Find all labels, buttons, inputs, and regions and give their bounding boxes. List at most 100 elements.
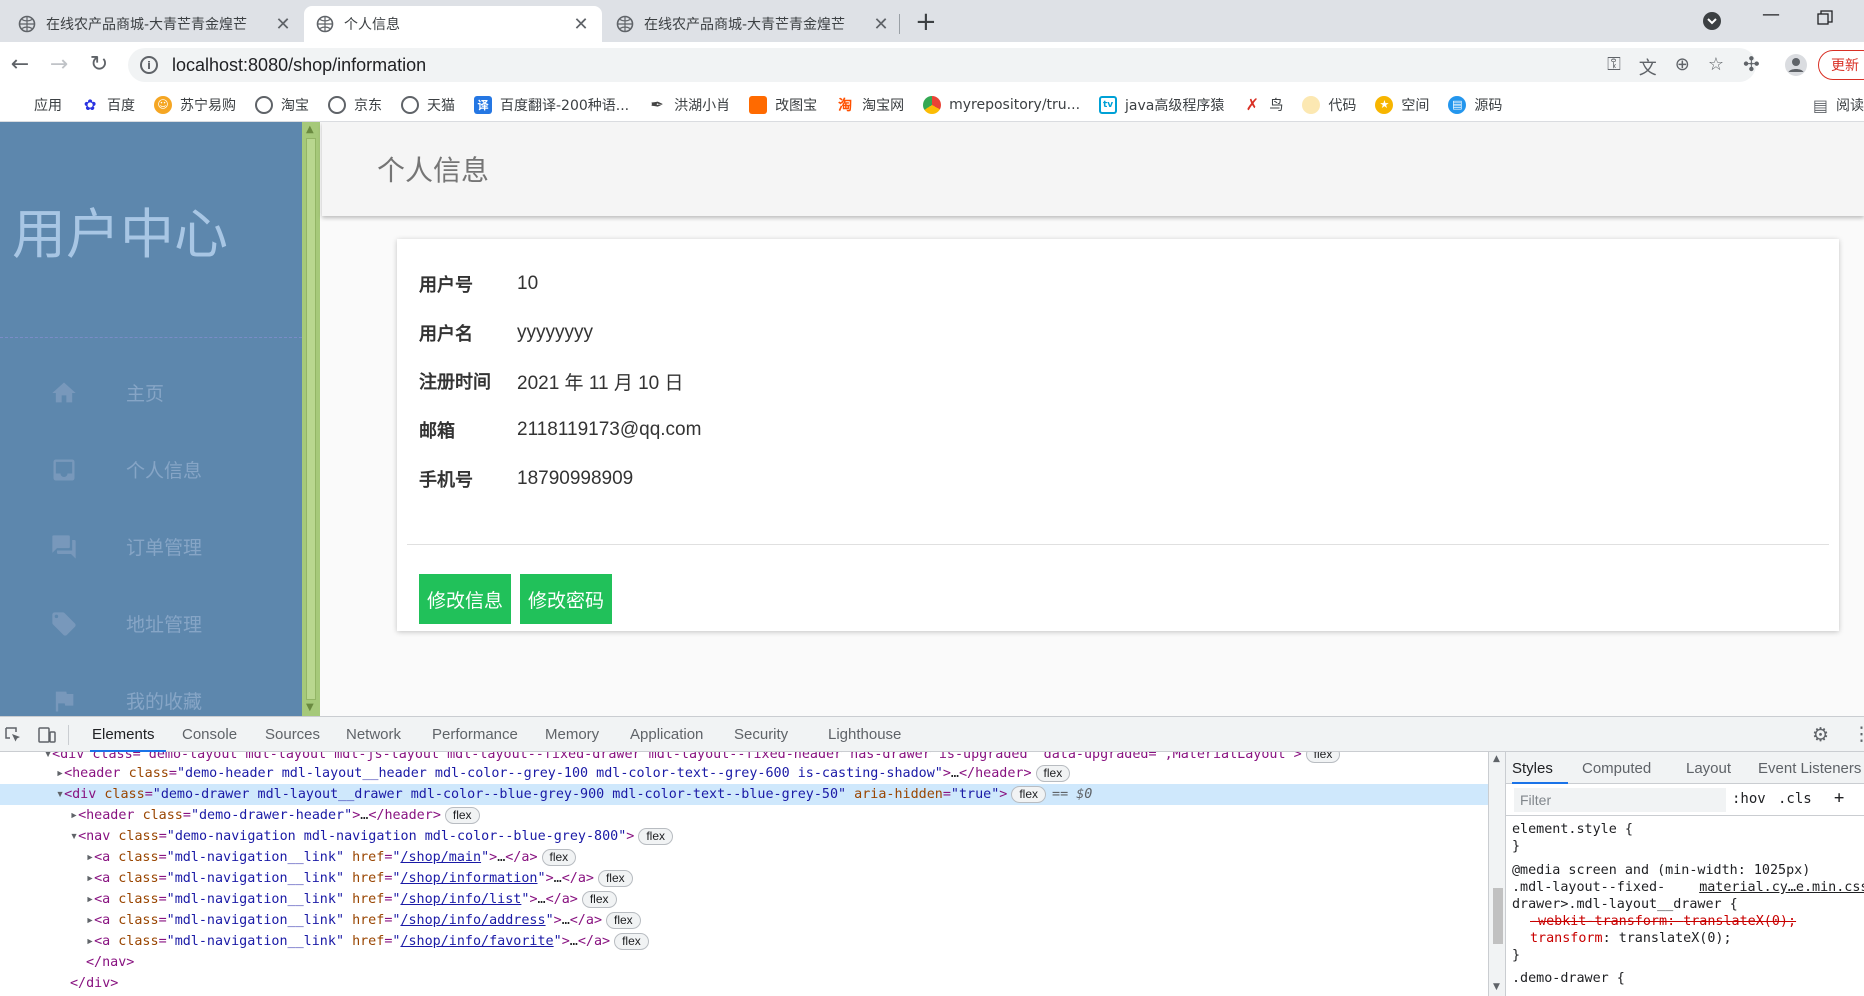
site-info-icon[interactable]: i: [140, 56, 158, 74]
key-icon[interactable]: ⚿: [1607, 54, 1621, 80]
browser-tab-3[interactable]: 在线农产品商城-大青芒青金煌芒 ✕: [604, 6, 902, 42]
flex-badge[interactable]: flex: [581, 891, 617, 908]
collapsed-triangle-icon[interactable]: ▸: [86, 871, 94, 886]
reload-icon[interactable]: ↻: [85, 51, 113, 79]
devtools-tab-lighthouse[interactable]: Lighthouse: [828, 726, 901, 743]
tab-search-icon[interactable]: [1702, 11, 1722, 31]
bookmark-java[interactable]: tv java高级程序猿: [1099, 95, 1224, 115]
devtools-tab-network[interactable]: Network: [346, 726, 401, 743]
css-declaration-overridden[interactable]: -webkit-transform: translateX(0);: [1512, 913, 1864, 930]
devtools-tab-performance[interactable]: Performance: [432, 726, 518, 743]
css-declaration[interactable]: transform: translateX(0);: [1512, 930, 1864, 947]
zoom-icon[interactable]: ⊕: [1675, 54, 1690, 80]
scroll-up-arrow-icon[interactable]: ▲: [1493, 754, 1500, 764]
collapsed-triangle-icon[interactable]: ▸: [86, 913, 94, 928]
dom-node-link-list[interactable]: ▸<a class="mdl-navigation__link" href="/…: [86, 889, 617, 910]
bookmark-baidu[interactable]: ✿ 百度: [81, 95, 135, 115]
cls-toggle[interactable]: .cls: [1778, 791, 1812, 807]
translate-icon[interactable]: 文: [1639, 54, 1657, 80]
href-link[interactable]: /shop/info/address: [400, 913, 545, 928]
browser-tab-1[interactable]: 在线农产品商城-大青芒青金煌芒 ✕: [6, 6, 304, 42]
elements-scrollbar[interactable]: ▲ ▼: [1488, 752, 1506, 996]
collapsed-triangle-icon[interactable]: ▸: [86, 850, 94, 865]
settings-gear-icon[interactable]: ⚙: [1812, 724, 1829, 746]
restore-icon[interactable]: [1817, 10, 1833, 26]
flex-badge[interactable]: flex: [606, 912, 641, 929]
bookmark-jd[interactable]: 京东: [328, 95, 382, 115]
styles-tab-layout[interactable]: Layout: [1686, 760, 1731, 777]
bookmark-suning[interactable]: ☺ 苏宁易购: [154, 95, 236, 115]
nav-link-favorite[interactable]: 我的收藏: [0, 662, 302, 716]
devtools-tab-sources[interactable]: Sources: [265, 726, 320, 743]
dom-node-div-close[interactable]: </div>: [70, 973, 118, 994]
nav-link-orders[interactable]: 订单管理: [0, 508, 302, 585]
new-tab-plus-icon[interactable]: +: [915, 9, 937, 35]
device-toggle-icon[interactable]: [38, 726, 56, 744]
minimize-icon[interactable]: —: [1762, 4, 1780, 25]
forward-arrow-icon[interactable]: →: [45, 51, 73, 79]
flex-badge[interactable]: flex: [541, 849, 577, 866]
bookmark-apps[interactable]: 应用: [10, 95, 62, 115]
flex-badge[interactable]: flex: [614, 933, 649, 950]
rule-selector[interactable]: .mdl-layout--fixed-material.cy…e.min.css: [1512, 879, 1864, 896]
bookmark-myrepository[interactable]: myrepository/tru...: [923, 95, 1080, 114]
hov-toggle[interactable]: :hov: [1732, 791, 1766, 807]
scroll-up-arrow-icon[interactable]: ▲: [306, 124, 314, 135]
flex-badge[interactable]: flex: [638, 828, 674, 845]
devtools-tab-memory[interactable]: Memory: [545, 726, 599, 743]
extensions-puzzle-icon[interactable]: ✣: [1743, 52, 1760, 76]
styles-tab-event-listeners[interactable]: Event Listeners: [1758, 760, 1861, 777]
styles-tab-styles[interactable]: Styles: [1512, 760, 1553, 777]
href-link[interactable]: /shop/info/favorite: [400, 934, 553, 949]
back-arrow-icon[interactable]: ←: [6, 51, 34, 79]
nav-link-home[interactable]: 主页: [0, 354, 302, 431]
browser-tab-2[interactable]: 个人信息 ✕: [304, 6, 602, 42]
dom-node-link-information[interactable]: ▸<a class="mdl-navigation__link" href="/…: [86, 868, 633, 889]
bookmark-code[interactable]: 代码: [1302, 95, 1356, 115]
edit-info-button[interactable]: 修改信息: [419, 574, 512, 624]
expand-triangle-icon[interactable]: ▾: [70, 829, 78, 844]
flex-badge[interactable]: flex: [1305, 752, 1341, 763]
dom-node-link-main[interactable]: ▸<a class="mdl-navigation__link" href="/…: [86, 847, 577, 868]
close-icon[interactable]: ✕: [872, 14, 890, 35]
scrollbar-thumb[interactable]: [1493, 888, 1503, 944]
flex-badge[interactable]: flex: [444, 807, 480, 824]
dom-node-drawer-selected[interactable]: ▾<div class="demo-drawer mdl-layout__dra…: [0, 784, 1488, 805]
close-icon[interactable]: ✕: [572, 14, 590, 35]
address-bar[interactable]: i localhost:8080/shop/information: [128, 48, 1756, 82]
reading-list[interactable]: ▤ 阅读: [1813, 88, 1864, 122]
scroll-down-arrow-icon[interactable]: ▼: [1493, 982, 1500, 992]
star-icon[interactable]: ☆: [1708, 54, 1724, 80]
href-link[interactable]: /shop/info/list: [400, 892, 521, 907]
new-style-rule-plus-icon[interactable]: +: [1834, 788, 1844, 808]
rule-selector[interactable]: .demo-drawer {: [1512, 970, 1864, 987]
href-link[interactable]: /shop/information: [400, 871, 537, 886]
drawer-scrollbar[interactable]: ▲ ▼: [302, 122, 320, 716]
source-link[interactable]: material.cy…e.min.css: [1699, 880, 1864, 895]
devtools-tab-application[interactable]: Application: [630, 726, 703, 743]
flex-badge[interactable]: flex: [1011, 786, 1047, 803]
bookmark-taobaowang[interactable]: 淘淘宝网: [836, 95, 904, 115]
styles-tab-computed[interactable]: Computed: [1582, 760, 1651, 777]
collapsed-triangle-icon[interactable]: ▸: [70, 808, 78, 823]
collapsed-triangle-icon[interactable]: ▸: [86, 934, 94, 949]
scrollbar-thumb[interactable]: [306, 138, 316, 700]
devtools-tab-console[interactable]: Console: [182, 726, 237, 743]
dom-node-header[interactable]: ▸<header class="demo-header mdl-layout__…: [56, 763, 1071, 784]
rule-selector[interactable]: element.style {: [1512, 821, 1864, 838]
dom-node-nav-close[interactable]: </nav>: [86, 952, 134, 973]
bookmark-taobao[interactable]: 淘宝: [255, 95, 309, 115]
dom-node-link-address[interactable]: ▸<a class="mdl-navigation__link" href="/…: [86, 910, 641, 931]
bookmark-baidu-translate[interactable]: 译百度翻译-200种语...: [474, 95, 629, 115]
more-options-icon[interactable]: ⋮: [1852, 723, 1864, 745]
styles-filter-input[interactable]: Filter: [1514, 787, 1726, 812]
profile-avatar-icon[interactable]: [1784, 53, 1808, 77]
expand-triangle-icon[interactable]: ▾: [56, 787, 64, 802]
bookmark-qzone[interactable]: ★ 空间: [1375, 95, 1429, 115]
url-text[interactable]: localhost:8080/shop/information: [172, 55, 426, 76]
bookmark-gaitubao[interactable]: 改图宝: [749, 95, 817, 115]
bookmark-honghu[interactable]: ✒ 洪湖小肖: [648, 95, 730, 115]
dom-node-link-favorite[interactable]: ▸<a class="mdl-navigation__link" href="/…: [86, 931, 649, 952]
flex-badge[interactable]: flex: [597, 870, 633, 887]
devtools-tab-security[interactable]: Security: [734, 726, 788, 743]
